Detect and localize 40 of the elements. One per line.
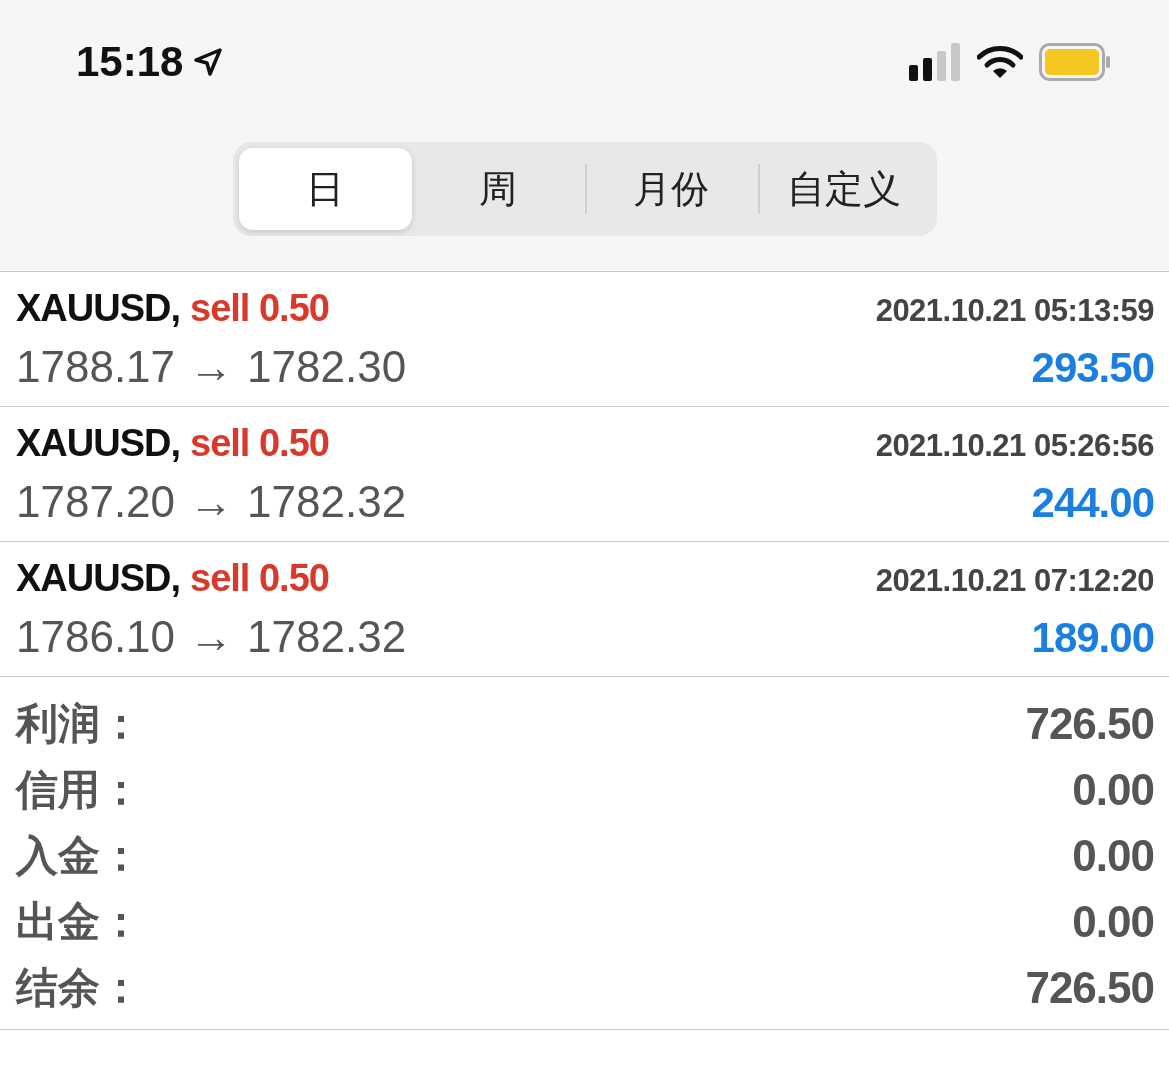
location-arrow-icon: [193, 47, 224, 77]
close-price: 1782.32: [247, 476, 407, 527]
period-tab[interactable]: 周: [411, 148, 585, 230]
close-price: 1782.30: [247, 341, 407, 392]
wifi-icon: [977, 45, 1023, 79]
symbol-label: XAUUSD,: [16, 556, 181, 600]
profit-value: 293.50: [1031, 343, 1154, 392]
status-time: 15:18: [76, 38, 184, 86]
close-price: 1782.32: [247, 611, 407, 662]
symbol-label: XAUUSD,: [16, 286, 181, 330]
order-label: sell 0.50: [190, 556, 329, 600]
summary-label: 信用：: [16, 764, 142, 816]
summary-value: 0.00: [1072, 765, 1154, 815]
signal-icon: [909, 43, 961, 81]
period-tab[interactable]: 日: [238, 148, 412, 230]
trade-time: 2021.10.21 07:12:20: [875, 562, 1154, 599]
summary-label: 利润：: [16, 698, 142, 750]
symbol-label: XAUUSD,: [16, 421, 181, 465]
open-price: 1788.17: [16, 341, 176, 392]
trade-time: 2021.10.21 05:26:56: [875, 427, 1154, 464]
summary-label: 入金：: [16, 830, 142, 882]
order-label: sell 0.50: [190, 286, 329, 330]
summary-value: 0.00: [1072, 897, 1154, 947]
arrow-glyph: →: [189, 341, 234, 392]
open-price: 1786.10: [16, 611, 176, 662]
arrow-glyph: →: [189, 476, 234, 527]
battery-icon: [1039, 43, 1111, 81]
profit-value: 189.00: [1031, 613, 1154, 662]
summary-value: 0.00: [1072, 831, 1154, 881]
period-tab[interactable]: 自定义: [757, 148, 931, 230]
order-label: sell 0.50: [190, 421, 329, 465]
summary-value: 726.50: [1025, 963, 1154, 1013]
summary-label: 结余：: [16, 962, 142, 1014]
summary-label: 出金：: [16, 896, 142, 948]
arrow-glyph: →: [189, 611, 234, 662]
period-tab[interactable]: 月份: [584, 148, 758, 230]
trade-time: 2021.10.21 05:13:59: [875, 292, 1154, 329]
summary-value: 726.50: [1025, 699, 1154, 749]
open-price: 1787.20: [16, 476, 176, 527]
profit-value: 244.00: [1031, 478, 1154, 527]
